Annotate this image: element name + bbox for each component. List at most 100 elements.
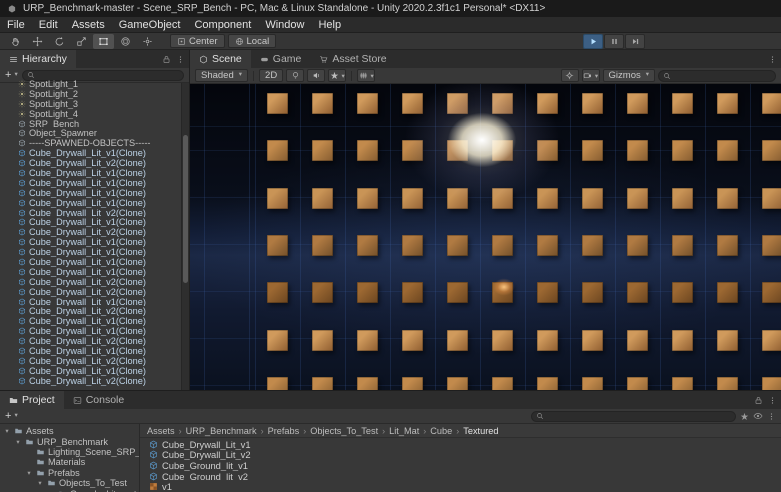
scene-cube[interactable] [357, 377, 378, 390]
scene-cube[interactable] [627, 188, 648, 209]
scene-cube[interactable] [267, 140, 288, 161]
hierarchy-item[interactable]: Cube_Drywall_Lit_v1(Clone) [0, 217, 180, 227]
expand-arrow-icon[interactable]: ▾ [14, 438, 22, 446]
scene-cube[interactable] [267, 235, 288, 256]
scene-cube[interactable] [672, 330, 693, 351]
scene-cube[interactable] [492, 140, 513, 161]
toggle-2d-button[interactable]: 2D [259, 69, 283, 82]
pivot-toggle-button[interactable]: Center [170, 34, 225, 48]
scene-cube[interactable] [492, 93, 513, 114]
hierarchy-item[interactable]: Cube_Drywall_Lit_v2(Clone) [0, 336, 180, 346]
scene-cube[interactable] [447, 330, 468, 351]
scene-cube[interactable] [717, 188, 738, 209]
scene-cube[interactable] [357, 188, 378, 209]
scene-cube[interactable] [492, 235, 513, 256]
project-folder[interactable]: ▾ URP_Benchmark [0, 436, 139, 446]
hierarchy-item[interactable]: Cube_Drywall_Lit_v2(Clone) [0, 227, 180, 237]
play-button[interactable] [583, 34, 603, 49]
hierarchy-item[interactable]: Cube_Drywall_Lit_v2(Clone) [0, 208, 180, 218]
hierarchy-item[interactable]: Cube_Drywall_Lit_v1(Clone) [0, 247, 180, 257]
breadcrumb-segment[interactable]: Assets [147, 426, 186, 436]
space-toggle-button[interactable]: Local [228, 34, 277, 48]
scene-cube[interactable] [447, 377, 468, 390]
scene-cube[interactable] [492, 188, 513, 209]
scene-cube[interactable] [312, 93, 333, 114]
scene-cube[interactable] [627, 377, 648, 390]
hierarchy-item[interactable]: Cube_Drywall_Lit_v1(Clone) [0, 148, 180, 158]
scene-cube[interactable] [402, 330, 423, 351]
menu-item[interactable]: File [0, 17, 32, 32]
scene-cube[interactable] [537, 282, 558, 303]
scene-cube[interactable] [312, 377, 333, 390]
scene-cube[interactable] [627, 93, 648, 114]
scene-cube[interactable] [672, 93, 693, 114]
hierarchy-item[interactable]: Cube_Drywall_Lit_v1(Clone) [0, 168, 180, 178]
scene-cube[interactable] [357, 93, 378, 114]
scene-cube[interactable] [312, 140, 333, 161]
scene-cube[interactable] [447, 93, 468, 114]
scene-cube[interactable] [312, 330, 333, 351]
project-folder[interactable]: Materials [0, 457, 139, 467]
scale-tool-button[interactable] [71, 34, 92, 49]
pause-button[interactable] [604, 34, 624, 49]
scene-cube[interactable] [762, 93, 781, 114]
hierarchy-item[interactable]: Cube_Drywall_Lit_v1(Clone) [0, 178, 180, 188]
hierarchy-item[interactable]: Object_Spawner [0, 128, 180, 138]
hierarchy-item[interactable]: SRP_Bench [0, 119, 180, 129]
scene-cube[interactable] [582, 93, 603, 114]
hierarchy-item[interactable]: Cube_Drywall_Lit_v2(Clone) [0, 287, 180, 297]
scene-cube[interactable] [402, 188, 423, 209]
scene-cube[interactable] [582, 140, 603, 161]
breadcrumb-segment[interactable]: Cube [430, 426, 463, 436]
hand-tool-button[interactable] [5, 34, 26, 49]
scene-cube[interactable] [717, 235, 738, 256]
scene-cube[interactable] [582, 188, 603, 209]
scene-cube[interactable] [267, 93, 288, 114]
expand-arrow-icon[interactable]: ▾ [25, 469, 33, 477]
hierarchy-item[interactable]: Cube_Drywall_Lit_v1(Clone) [0, 366, 180, 376]
scene-effects-dropdown[interactable] [328, 69, 346, 82]
asset-item[interactable]: v1 [140, 481, 781, 492]
project-folder[interactable]: ▾ Assets [0, 426, 139, 436]
scene-cube[interactable] [447, 235, 468, 256]
project-folder[interactable]: ▾ Objects_To_Test [0, 478, 139, 488]
scene-cube[interactable] [762, 377, 781, 390]
hierarchy-item[interactable]: -----SPAWNED-OBJECTS----- [0, 138, 180, 148]
hierarchy-tab[interactable]: Hierarchy [0, 50, 76, 68]
breadcrumb-segment[interactable]: Objects_To_Test [310, 426, 389, 436]
scene-audio-toggle[interactable] [307, 69, 325, 82]
hierarchy-item[interactable]: SpotLight_4 [0, 109, 180, 119]
scene-cube[interactable] [267, 282, 288, 303]
project-folder[interactable]: ▾ Prefabs [0, 468, 139, 478]
menu-item[interactable]: Edit [32, 17, 65, 32]
scene-cube[interactable] [627, 330, 648, 351]
hierarchy-item[interactable]: Cube_Drywall_Lit_v1(Clone) [0, 257, 180, 267]
scene-cube[interactable] [582, 377, 603, 390]
scene-cube[interactable] [627, 140, 648, 161]
scene-cube[interactable] [357, 140, 378, 161]
scene-cube[interactable] [582, 235, 603, 256]
favorites-star-icon[interactable] [740, 412, 749, 421]
scene-cube[interactable] [762, 330, 781, 351]
view-tab[interactable]: Game [251, 50, 311, 68]
lock-icon[interactable] [162, 55, 171, 64]
scene-cube[interactable] [717, 140, 738, 161]
hierarchy-item[interactable]: Cube_Drywall_Lit_v1(Clone) [0, 326, 180, 336]
scene-cube[interactable] [717, 93, 738, 114]
rotate-tool-button[interactable] [49, 34, 70, 49]
kebab-menu-icon[interactable] [176, 55, 185, 64]
scene-cube[interactable] [357, 282, 378, 303]
hierarchy-item[interactable]: Cube_Drywall_Lit_v1(Clone) [0, 346, 180, 356]
breadcrumb-segment[interactable]: Lit_Mat [389, 426, 430, 436]
menu-item[interactable]: Component [187, 17, 258, 32]
scene-cube[interactable] [312, 282, 333, 303]
project-folder[interactable]: Lighting_Scene_SRP_Ben [0, 447, 139, 457]
breadcrumb-segment[interactable]: Textured [463, 426, 498, 436]
expand-arrow-icon[interactable]: ▾ [3, 427, 11, 435]
transform-tool-button[interactable] [115, 34, 136, 49]
asset-item[interactable]: Cube_Ground_lit_v1 [140, 460, 781, 471]
hierarchy-item[interactable]: SpotLight_1 [0, 79, 180, 89]
hierarchy-item[interactable]: Cube_Drywall_Lit_v2(Clone) [0, 277, 180, 287]
hierarchy-item[interactable]: Cube_Drywall_Lit_v2(Clone) [0, 356, 180, 366]
scene-cube[interactable] [762, 188, 781, 209]
